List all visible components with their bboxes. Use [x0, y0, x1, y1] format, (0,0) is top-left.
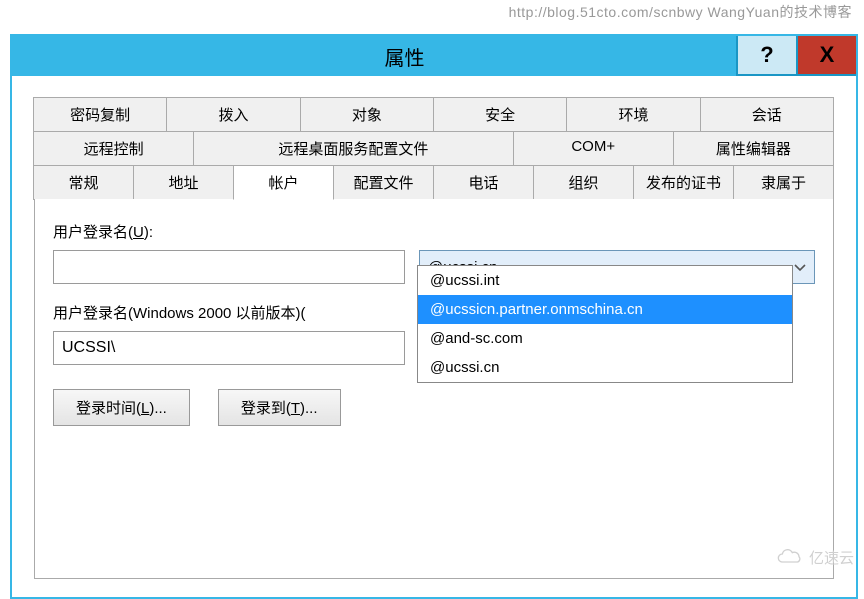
tab-row-1: 密码复制 拨入 对象 安全 环境 会话	[34, 98, 834, 132]
watermark-text: http://blog.51cto.com/scnbwy WangYuan的技术…	[509, 2, 852, 22]
tab-profile[interactable]: 配置文件	[333, 165, 434, 200]
button-row: 登录时间(L)... 登录到(T)...	[53, 389, 815, 426]
dropdown-item[interactable]: @ucssi.int	[418, 266, 792, 295]
tab-rds-profile[interactable]: 远程桌面服务配置文件	[193, 131, 513, 166]
cloud-icon	[773, 548, 805, 568]
close-button[interactable]: X	[796, 36, 856, 76]
titlebar: 属性 ? X	[12, 36, 856, 76]
login-name-input[interactable]	[53, 250, 405, 284]
logon-hours-pre: 登录时间(	[76, 400, 141, 417]
logo-watermark: 亿速云	[773, 547, 854, 568]
tab-password-replication[interactable]: 密码复制	[33, 97, 167, 132]
tab-attribute-editor[interactable]: 属性编辑器	[673, 131, 834, 166]
tab-organization[interactable]: 组织	[533, 165, 634, 200]
tab-phone[interactable]: 电话	[433, 165, 534, 200]
dropdown-item[interactable]: @and-sc.com	[418, 324, 792, 353]
properties-dialog: 属性 ? X 密码复制 拨入 对象 安全 环境 会话 远程控制 远程桌面服务配置…	[10, 34, 858, 599]
tab-dialin[interactable]: 拨入	[166, 97, 300, 132]
login-label-post: ):	[144, 224, 153, 241]
tab-general[interactable]: 常规	[33, 165, 134, 200]
tab-complus[interactable]: COM+	[513, 131, 674, 166]
legacy-domain-input[interactable]	[53, 331, 405, 365]
logon-to-pre: 登录到(	[241, 400, 291, 417]
logon-to-u: T	[291, 400, 300, 417]
tab-row-2: 远程控制 远程桌面服务配置文件 COM+ 属性编辑器	[34, 132, 834, 166]
tab-security[interactable]: 安全	[433, 97, 567, 132]
tab-row-3: 常规 地址 帐户 配置文件 电话 组织 发布的证书 隶属于	[34, 166, 834, 200]
dropdown-item-selected[interactable]: @ucssicn.partner.onmschina.cn	[418, 295, 792, 324]
help-button[interactable]: ?	[736, 36, 796, 76]
tab-account[interactable]: 帐户	[233, 165, 334, 200]
tab-published-certs[interactable]: 发布的证书	[633, 165, 734, 200]
tab-environment[interactable]: 环境	[566, 97, 700, 132]
login-name-label: 用户登录名(U):	[53, 221, 815, 242]
logon-hours-button[interactable]: 登录时间(L)...	[53, 389, 190, 426]
logo-watermark-text: 亿速云	[809, 547, 854, 568]
logon-to-button[interactable]: 登录到(T)...	[218, 389, 341, 426]
logon-to-post: )...	[300, 400, 318, 417]
window-title: 属性	[12, 42, 736, 71]
titlebar-buttons: ? X	[736, 36, 856, 76]
tab-sessions[interactable]: 会话	[700, 97, 834, 132]
account-panel: 用户登录名(U): @ucssi.cn 用户登录名(Windows 2000 以…	[34, 199, 834, 579]
chevron-down-icon	[794, 259, 806, 276]
tab-object[interactable]: 对象	[300, 97, 434, 132]
logon-hours-post: )...	[149, 400, 167, 417]
client-area: 密码复制 拨入 对象 安全 环境 会话 远程控制 远程桌面服务配置文件 COM+…	[12, 76, 856, 597]
tab-rows: 密码复制 拨入 对象 安全 环境 会话 远程控制 远程桌面服务配置文件 COM+…	[34, 98, 834, 200]
tab-remote-control[interactable]: 远程控制	[33, 131, 194, 166]
dropdown-item[interactable]: @ucssi.cn	[418, 353, 792, 382]
tab-address[interactable]: 地址	[133, 165, 234, 200]
login-label-underline: U	[133, 224, 144, 241]
tab-memberof[interactable]: 隶属于	[733, 165, 834, 200]
login-label-pre: 用户登录名(	[53, 224, 133, 241]
domain-dropdown[interactable]: @ucssi.int @ucssicn.partner.onmschina.cn…	[417, 265, 793, 383]
